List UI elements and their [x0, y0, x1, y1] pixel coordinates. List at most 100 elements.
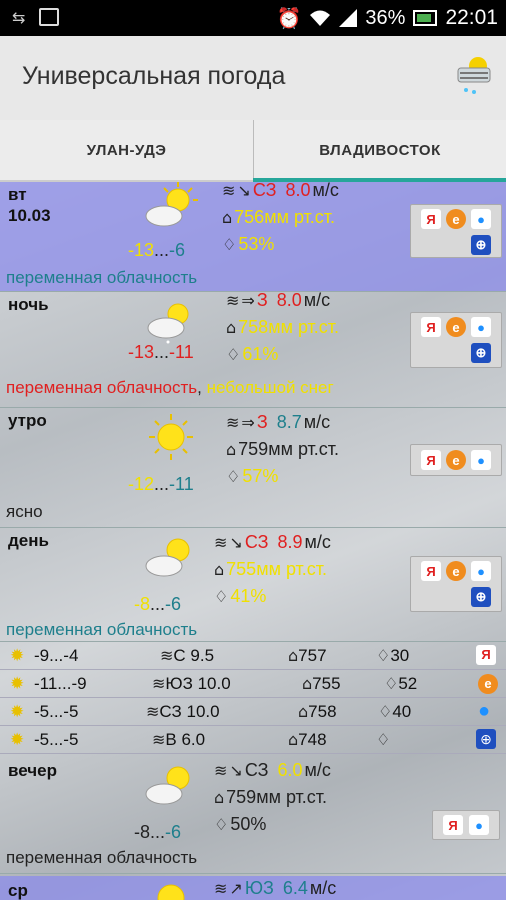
weather-description: переменная облачность, небольшой снег	[6, 378, 334, 397]
source-pressure: ⌂755	[302, 674, 341, 693]
wind-arrow-icon: ↗	[229, 879, 243, 898]
period-morning[interactable]: утро -12...-11 ≋ ⇒ З 8.7 м/с ⌂ 759мм рт.ст.…	[0, 408, 506, 528]
period-day-summary[interactable]: вт 10.03 -13...-6 ≋ ↘ СЗ 8.0 м/с ⌂ 756мм рт…	[0, 182, 506, 292]
yandex-icon: Я	[443, 815, 463, 835]
sources-box[interactable]: Я e ● ⊕	[410, 204, 502, 258]
source-row-globe[interactable]: ✹ -5...-5 ≋В 6.0 ⌂748 ♢ ⊕	[0, 726, 506, 754]
drop-icon: ●	[471, 317, 491, 337]
period-name: утро	[8, 411, 47, 430]
source-humidity: ♢	[376, 730, 390, 750]
e-icon: e	[446, 561, 466, 581]
forecast-list[interactable]: вт 10.03 -13...-6 ≋ ↘ СЗ 8.0 м/с ⌂ 756мм рт…	[0, 182, 506, 900]
globe-icon: ⊕	[471, 343, 491, 363]
drop-icon: ●	[478, 700, 491, 722]
source-row-yandex[interactable]: ✹ -9...-4 ≋С 9.5 ⌂757 ♢30 Я	[0, 642, 506, 670]
usb-debug-icon: ⇆	[12, 8, 26, 27]
humidity-icon: ♢	[226, 467, 241, 486]
source-humidity: ♢40	[378, 702, 412, 721]
source-wind: ≋СЗ 10.0	[146, 702, 220, 721]
sun-small-icon: ✹	[10, 646, 25, 665]
wind-arrow-icon: ⇒	[241, 413, 255, 432]
period-date: 10.03	[8, 206, 51, 225]
humidity-icon: ♢	[214, 815, 229, 834]
sun-small-icon: ✹	[10, 730, 25, 749]
wind-icon: ≋	[152, 674, 166, 693]
wifi-icon	[310, 10, 331, 26]
e-icon: e	[446, 450, 466, 470]
humidity-info: ♢ 50%	[214, 814, 267, 834]
period-next-day[interactable]: ср ≋ ↗ ЮЗ 6.4 м/с	[0, 876, 506, 900]
barometer-icon: ⌂	[214, 788, 225, 807]
period-name: вт	[8, 185, 27, 204]
wind-info: ≋ ↗ ЮЗ 6.4 м/с	[214, 878, 337, 898]
source-humidity: ♢52	[384, 674, 418, 693]
wind-icon: ≋	[146, 702, 160, 721]
pressure-info: ⌂ 759мм рт.ст.	[226, 439, 340, 459]
battery-icon	[413, 10, 438, 26]
yandex-icon: Я	[421, 561, 441, 581]
temp-high: -6	[165, 822, 182, 842]
source-humidity: ♢30	[376, 646, 410, 665]
humidity-icon: ♢	[222, 235, 237, 254]
sources-box[interactable]: Я e ● ⊕	[410, 312, 502, 368]
source-row-drop[interactable]: ✹ -5...-5 ≋СЗ 10.0 ⌂758 ♢40 ●	[0, 698, 506, 726]
barometer-icon: ⌂	[226, 318, 237, 337]
yandex-icon: Я	[421, 317, 441, 337]
temp-high: -6	[169, 240, 186, 260]
tab-vladivostok[interactable]: ВЛАДИВОСТОК	[253, 120, 506, 180]
wind-icon: ≋	[226, 291, 240, 310]
pressure-info: ⌂ 758мм рт.ст.	[226, 317, 340, 337]
temp-low: -13	[128, 240, 155, 260]
drop-icon: ●	[469, 815, 489, 835]
period-night[interactable]: ночь -13...-11 ≋ ⇒ З 8.0 м/с ⌂ 758мм рт.ст.…	[0, 290, 506, 408]
yandex-icon: Я	[421, 209, 441, 229]
temp-low: -8	[134, 594, 151, 614]
humidity-icon: ♢	[226, 345, 241, 364]
humidity-icon: ♢	[378, 702, 393, 721]
source-row-e[interactable]: ✹ -11...-9 ≋ЮЗ 10.0 ⌂755 ♢52 e	[0, 670, 506, 698]
globe-icon: ⊕	[471, 235, 491, 255]
wind-icon: ≋	[160, 646, 174, 665]
wind-icon: ≋	[152, 730, 166, 749]
pressure-info: ⌂ 756мм рт.ст.	[222, 207, 336, 227]
app-weather-icon[interactable]	[454, 52, 494, 96]
weather-description: переменная облачность	[6, 620, 198, 639]
wind-icon: ≋	[226, 413, 240, 432]
tab-ulan-ude[interactable]: УЛАН-УДЭ	[0, 120, 253, 180]
app-bar: Универсальная погода	[0, 36, 506, 120]
weather-description: переменная облачность	[6, 848, 198, 867]
alarm-icon: ⏰	[276, 6, 302, 30]
period-name: день	[8, 531, 49, 550]
signal-icon	[339, 9, 358, 27]
drop-icon: ●	[471, 209, 491, 229]
sun-small-icon: ✹	[10, 702, 25, 721]
drop-icon: ●	[471, 450, 491, 470]
sun-small-icon: ✹	[10, 674, 25, 693]
yandex-icon: Я	[476, 645, 496, 665]
partly-cloudy-icon	[145, 182, 198, 227]
period-daytime[interactable]: день -8...-6 ≋ ↘ СЗ 8.9 м/с ⌂ 755мм рт.ст. …	[0, 528, 506, 642]
humidity-info: ♢ 41%	[214, 586, 267, 606]
cloudy-snow-icon	[147, 303, 189, 344]
source-pressure: ⌂758	[298, 702, 337, 721]
period-evening[interactable]: вечер -8...-6 ≋ ↘ СЗ 6.0 м/с ⌂ 759мм рт.ст.…	[0, 754, 506, 874]
wind-info: ≋ ⇒ З 8.0 м/с	[226, 290, 331, 310]
period-name: ночь	[8, 295, 49, 314]
temp-high: -6	[165, 594, 182, 614]
barometer-icon: ⌂	[214, 560, 225, 579]
pressure-info: ⌂ 755мм рт.ст.	[214, 559, 328, 579]
source-wind: ≋В 6.0	[152, 730, 206, 749]
yandex-icon: Я	[421, 450, 441, 470]
humidity-icon: ♢	[384, 674, 399, 693]
sources-box[interactable]: Я e ●	[410, 444, 502, 476]
wind-arrow-icon: ⇒	[241, 291, 255, 310]
sources-box[interactable]: Я ●	[432, 810, 500, 840]
temp-low: -13	[128, 342, 155, 362]
wind-arrow-icon: ↘	[229, 533, 243, 552]
sources-box[interactable]: Я e ● ⊕	[410, 556, 502, 612]
barometer-icon: ⌂	[226, 440, 237, 459]
gallery-icon	[39, 8, 60, 26]
barometer-icon: ⌂	[288, 646, 299, 665]
sun-icon	[149, 414, 193, 460]
wind-info: ≋ ↘ СЗ 8.9 м/с	[214, 532, 331, 552]
